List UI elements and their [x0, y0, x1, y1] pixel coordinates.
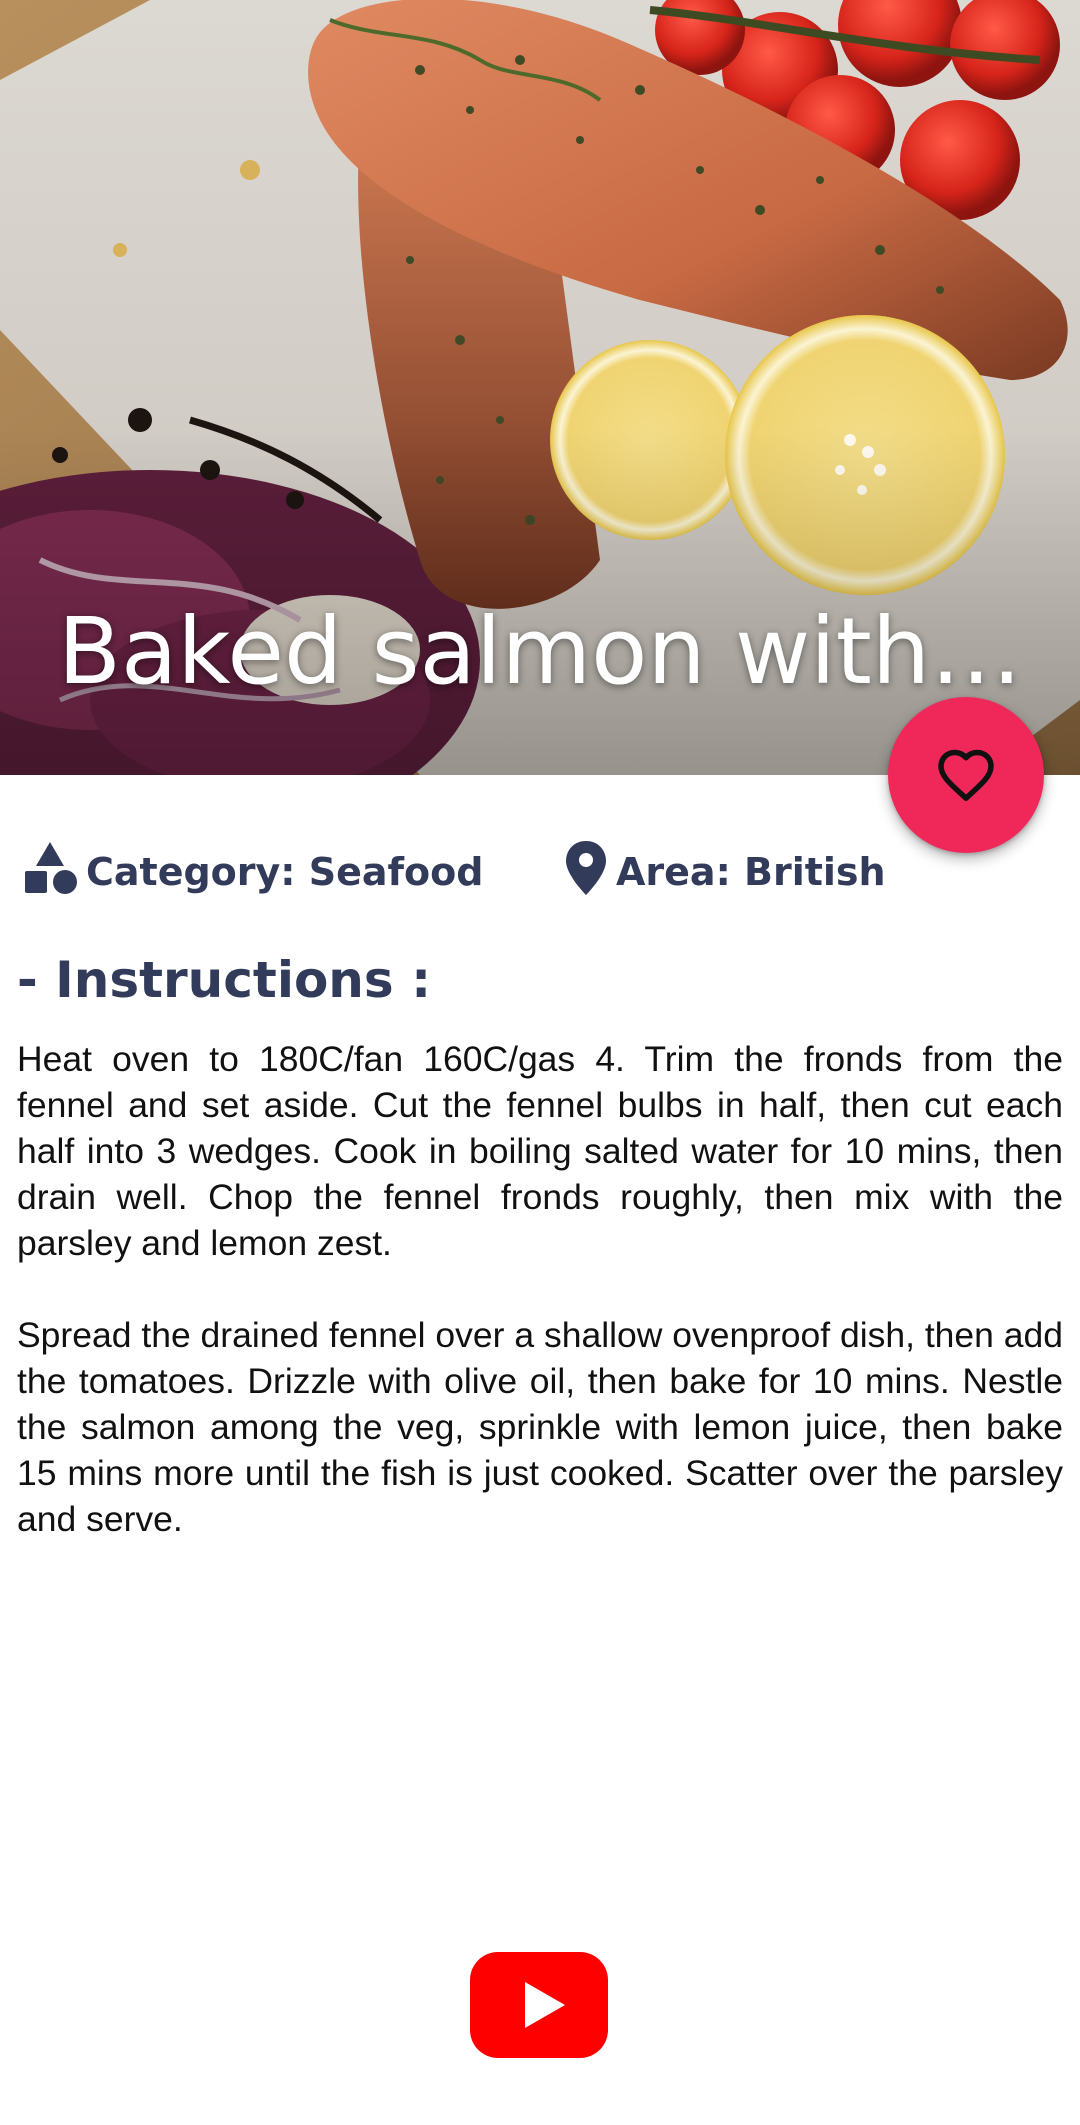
category-info: Category: Seafood — [22, 841, 484, 902]
shapes-icon — [22, 839, 80, 906]
instructions-text: Heat oven to 180C/fan 160C/gas 4. Trim t… — [17, 1036, 1063, 1542]
map-pin-icon — [562, 839, 610, 906]
youtube-video-button[interactable] — [470, 1952, 608, 2058]
area-label: Area: British — [616, 850, 886, 894]
category-label: Category: Seafood — [86, 850, 484, 894]
favorite-button[interactable] — [888, 697, 1044, 853]
instructions-paragraph: Heat oven to 180C/fan 160C/gas 4. Trim t… — [17, 1039, 1063, 1263]
heart-outline-icon — [938, 749, 994, 801]
recipe-title: Baked salmon with… — [57, 598, 1023, 705]
instructions-paragraph: Spread the drained fennel over a shallow… — [17, 1315, 1064, 1539]
youtube-icon — [470, 1952, 608, 2058]
recipe-hero-image: Baked salmon with… — [0, 0, 1080, 775]
recipe-detail-screen: Baked salmon with… Category: Seafood Are… — [0, 0, 1080, 2125]
area-info: Area: British — [562, 840, 886, 902]
instructions-heading: - Instructions : — [17, 951, 432, 1009]
